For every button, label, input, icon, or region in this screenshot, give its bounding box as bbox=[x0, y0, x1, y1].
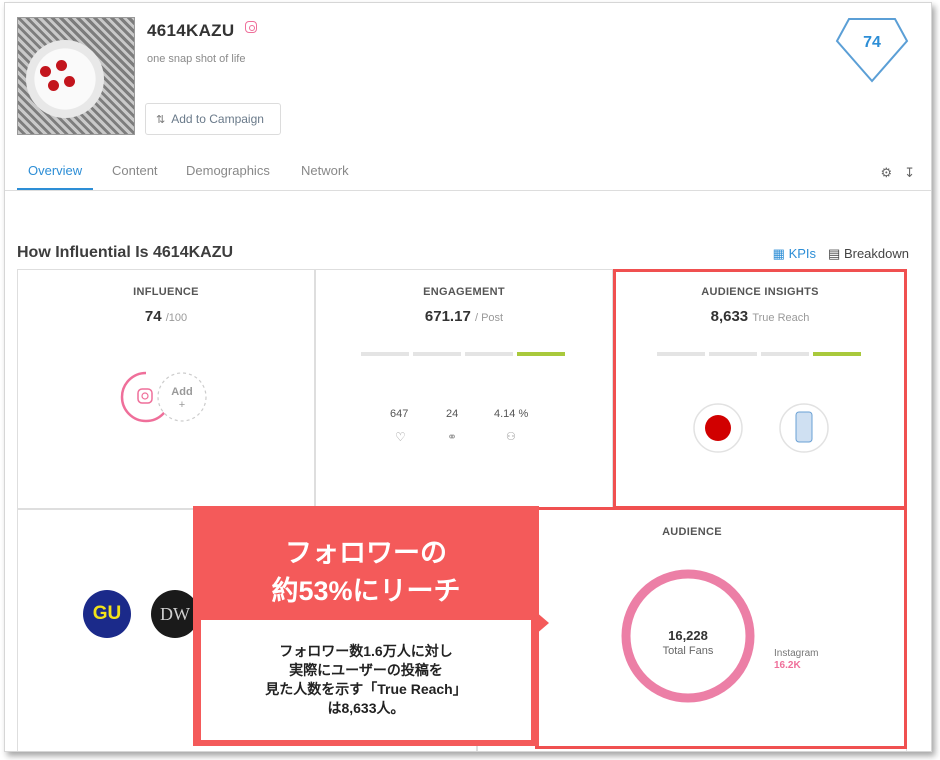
add-to-campaign-label: Add to Campaign bbox=[171, 112, 264, 126]
tab-network[interactable]: Network bbox=[301, 163, 349, 188]
callout-body-line4: は8,633人。 bbox=[327, 700, 405, 716]
callout-heading-line1: フォロワーの bbox=[285, 538, 447, 568]
kpis-label: KPIs bbox=[788, 246, 817, 261]
engagement-number: 671.17 bbox=[424, 308, 471, 325]
breakdown-label: Breakdown bbox=[843, 246, 909, 261]
profile-avatar bbox=[17, 17, 135, 135]
comment-icon: ⚭ bbox=[447, 430, 458, 444]
profile-username: 4614KAZU bbox=[147, 21, 235, 40]
level-segment bbox=[361, 352, 409, 356]
profile-tabs: Overview Content Demographics Network ⚙ … bbox=[5, 153, 931, 191]
engagement-card: ENGAGEMENT 671.17 / Post 647 24 4.14 % ♡… bbox=[315, 269, 613, 509]
influence-unit: /100 bbox=[165, 312, 188, 324]
engagement-level-bar bbox=[361, 352, 565, 356]
engagement-rate: 4.14 % bbox=[494, 408, 529, 420]
audience-highlight bbox=[535, 507, 907, 749]
callout-body-line2: 実際にユーザーの投稿を bbox=[289, 662, 443, 678]
tab-content[interactable]: Content bbox=[112, 163, 158, 188]
heart-icon: ♡ bbox=[395, 430, 406, 444]
callout-heading-line2: 約53%にリーチ bbox=[271, 576, 461, 606]
influence-score: 74 bbox=[144, 308, 162, 325]
level-segment-filled bbox=[517, 352, 565, 356]
likes-count: 647 bbox=[390, 408, 409, 420]
tab-overview[interactable]: Overview bbox=[17, 163, 94, 190]
instagram-icon bbox=[245, 21, 257, 33]
brand-logo-dw[interactable]: DW bbox=[151, 590, 199, 638]
callout-pointer bbox=[535, 611, 549, 635]
annotation-callout: フォロワーの 約53%にリーチ フォロワー数1.6万人に対し 実際にユーザーの投… bbox=[193, 506, 539, 746]
instagram-icon bbox=[137, 388, 153, 404]
audience-insights-highlight bbox=[613, 269, 907, 509]
breakdown-view-link[interactable]: ▤ Breakdown bbox=[828, 246, 909, 262]
add-network-plus: + bbox=[179, 399, 185, 411]
section-title: How Influential Is 4614KAZU bbox=[17, 244, 234, 261]
add-to-campaign-button[interactable]: ⇅ Add to Campaign bbox=[145, 103, 281, 135]
influence-score-badge: 74 bbox=[835, 18, 909, 83]
influence-networks: Add + bbox=[120, 371, 207, 423]
callout-body: フォロワー数1.6万人に対し 実際にユーザーの投稿を 見た人数を示す「True … bbox=[201, 620, 531, 740]
engagement-value: 671.17 / Post bbox=[316, 308, 612, 325]
comments-count: 24 bbox=[446, 408, 459, 420]
list-icon: ▤ bbox=[828, 246, 841, 261]
tab-demographics[interactable]: Demographics bbox=[186, 163, 270, 188]
engagement-title: ENGAGEMENT bbox=[423, 286, 505, 298]
kpis-view-link[interactable]: ▦ KPIs bbox=[773, 246, 816, 262]
engagement-unit: / Post bbox=[474, 312, 504, 324]
gear-icon[interactable]: ⚙ bbox=[880, 165, 892, 181]
level-segment bbox=[413, 352, 461, 356]
grid-icon: ▦ bbox=[772, 246, 785, 261]
influence-card: INFLUENCE 74 /100 Add + bbox=[17, 269, 315, 509]
people-icon: ⚇ bbox=[506, 431, 516, 443]
brand-logo-gu[interactable]: GU bbox=[83, 590, 131, 638]
profile-tagline: one snap shot of life bbox=[147, 53, 246, 65]
callout-body-line1: フォロワー数1.6万人に対し bbox=[279, 643, 453, 659]
add-network-label: Add bbox=[171, 386, 192, 398]
level-segment bbox=[465, 352, 513, 356]
callout-body-line3: 見た人数を示す「True Reach」 bbox=[265, 681, 467, 697]
view-toggle: ▦ KPIs ▤ Breakdown bbox=[773, 246, 909, 262]
influencer-profile-window: 4614KAZU one snap shot of life ⇅ Add to … bbox=[4, 2, 932, 752]
influence-title: INFLUENCE bbox=[133, 286, 199, 298]
download-icon[interactable]: ↧ bbox=[904, 165, 915, 181]
campaign-icon: ⇅ bbox=[156, 113, 166, 126]
score-badge-value: 74 bbox=[863, 34, 881, 51]
callout-heading: フォロワーの 約53%にリーチ bbox=[193, 534, 539, 610]
influence-value: 74 /100 bbox=[18, 308, 314, 325]
